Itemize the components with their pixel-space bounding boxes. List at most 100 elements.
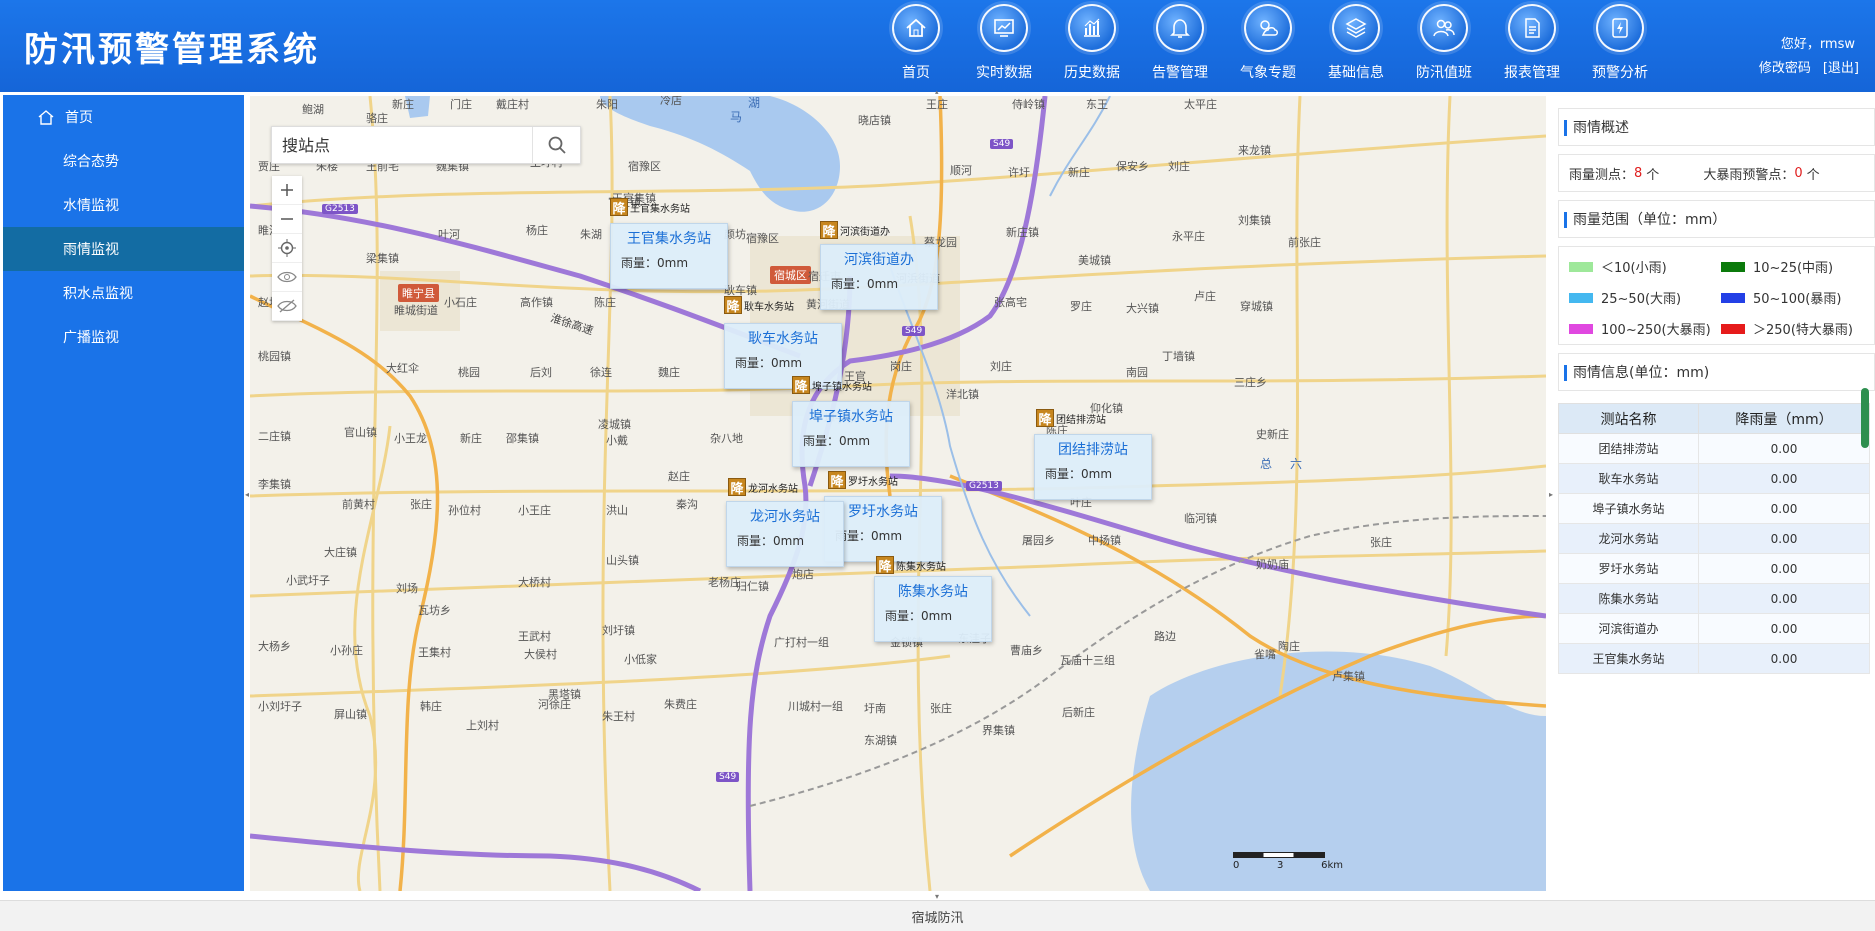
nav-icon-circle xyxy=(1068,4,1116,52)
table-row[interactable]: 陈集水务站 0.00 xyxy=(1558,583,1870,614)
sidebar-item-3[interactable]: 雨情监视 xyxy=(3,227,244,271)
table-row[interactable]: 河滨街道办 0.00 xyxy=(1558,613,1870,644)
place-label: 刘圩镇 xyxy=(602,624,635,637)
popup-rain-value: 雨量：0mm xyxy=(737,534,805,548)
station-name-cell: 龙河水务站 xyxy=(1558,523,1699,554)
popup-rain-value: 雨量：0mm xyxy=(803,434,871,448)
table-row[interactable]: 耿车水务站 0.00 xyxy=(1558,463,1870,494)
nav-item-2[interactable]: 历史数据 xyxy=(1048,4,1136,90)
station-marker[interactable]: 降罗圩水务站 xyxy=(828,471,898,490)
legend-swatch xyxy=(1569,292,1593,303)
place-label: 门庄 xyxy=(450,98,472,111)
table-row[interactable]: 团结排涝站 0.00 xyxy=(1558,433,1870,464)
nav-item-8[interactable]: 预警分析 xyxy=(1576,4,1664,90)
zoom-out-button[interactable] xyxy=(272,205,302,234)
nav-item-5[interactable]: 基础信息 xyxy=(1312,4,1400,90)
sidebar-item-4[interactable]: 积水点监视 xyxy=(3,271,244,315)
place-label: 小孙庄 xyxy=(330,644,363,657)
station-marker[interactable]: 降陈集水务站 xyxy=(876,556,946,575)
map-view[interactable]: 鲍湖 骆庄 新庄 门庄 戴庄村 朱阳 晓店镇 王庄 侍岭镇 东王 太平庄 冷店马湖贾庄 朱楼 王前宅 魏集镇… xyxy=(250,96,1546,891)
station-marker[interactable]: 降耿车水务站 xyxy=(724,296,794,315)
info-title: 雨情信息(单位：mm) xyxy=(1558,353,1875,391)
place-label: 南园 xyxy=(1126,366,1148,379)
station-marker[interactable]: 降河滨街道办 xyxy=(820,221,890,240)
station-popup[interactable]: 王官集水务站 雨量：0mm xyxy=(610,223,728,289)
nav-item-0[interactable]: 首页 xyxy=(872,4,960,90)
rain-marker-icon: 降 xyxy=(724,296,742,315)
nav-icon-circle xyxy=(1420,4,1468,52)
rain-marker-icon: 降 xyxy=(828,471,846,490)
station-popup[interactable]: 埠子镇水务站 雨量：0mm xyxy=(792,401,910,467)
header-bar: 防汛预警管理系统 首页 实时数据 历史数据 告警管理 气象专题 基础信息 防汛值班 报表管理 预… xyxy=(0,0,1875,92)
bell-icon xyxy=(1170,19,1190,38)
legend-item: ＞250(特大暴雨) xyxy=(1721,319,1873,338)
table-row[interactable]: 罗圩水务站 0.00 xyxy=(1558,553,1870,584)
place-label: 凌城镇 xyxy=(598,418,631,431)
rain-marker-icon: 降 xyxy=(610,198,628,217)
rain-marker-icon: 降 xyxy=(792,376,810,395)
footer: 宿城防汛 xyxy=(0,900,1875,931)
logout-link[interactable]: [退出] xyxy=(1823,57,1859,76)
column-header-station[interactable]: 测站名称 xyxy=(1558,403,1699,434)
locate-button[interactable] xyxy=(272,234,302,263)
collapse-left-arrow[interactable]: ◂ xyxy=(245,490,249,499)
station-marker[interactable]: 降埠子镇水务站 xyxy=(792,376,872,395)
nav-item-4[interactable]: 气象专题 xyxy=(1224,4,1312,90)
station-search-input[interactable] xyxy=(272,127,532,163)
table-row[interactable]: 埠子镇水务站 0.00 xyxy=(1558,493,1870,524)
table-row[interactable]: 王官集水务站 0.00 xyxy=(1558,643,1870,674)
nav-icon-circle xyxy=(1596,4,1644,52)
place-label: 小戴 xyxy=(606,434,628,447)
place-label: 徐连 xyxy=(590,366,612,379)
nav-icon-circle xyxy=(1332,4,1380,52)
zoom-in-button[interactable] xyxy=(272,176,302,205)
legend-swatch xyxy=(1721,261,1745,272)
change-password-link[interactable]: 修改密码 xyxy=(1759,57,1811,76)
nav-item-6[interactable]: 防汛值班 xyxy=(1400,4,1488,90)
hide-layer-button[interactable] xyxy=(272,292,302,321)
show-layer-button[interactable] xyxy=(272,263,302,292)
popup-station-name: 龙河水务站 xyxy=(750,509,820,525)
place-label: 刘庄 xyxy=(990,360,1012,373)
place-label: 罗庄 xyxy=(1070,300,1092,313)
nav-label: 基础信息 xyxy=(1328,65,1384,81)
nav-item-3[interactable]: 告警管理 xyxy=(1136,4,1224,90)
map-controls xyxy=(272,176,302,321)
station-popup[interactable]: 河滨街道办 雨量：0mm xyxy=(820,244,938,310)
nav-item-7[interactable]: 报表管理 xyxy=(1488,4,1576,90)
collapse-right-arrow[interactable]: ▸ xyxy=(1549,490,1553,499)
nav-item-1[interactable]: 实时数据 xyxy=(960,4,1048,90)
station-name-cell: 团结排涝站 xyxy=(1558,433,1699,464)
place-label: 魏庄 xyxy=(658,366,680,379)
search-button[interactable] xyxy=(532,127,580,163)
place-label: 邵集镇 xyxy=(506,432,539,445)
rainfall-cell: 0.00 xyxy=(1698,583,1870,614)
station-popup[interactable]: 龙河水务站雨量：0mm xyxy=(726,501,844,567)
place-label: 高作镇 xyxy=(520,296,553,309)
rain-marker-icon: 降 xyxy=(1036,409,1054,428)
table-scrollbar[interactable] xyxy=(1861,388,1869,448)
sidebar-item-5[interactable]: 广播监视 xyxy=(3,315,244,359)
place-label: 曹庙乡 xyxy=(1010,644,1043,657)
station-marker[interactable]: 降龙河水务站 xyxy=(728,478,798,497)
marker-label: 陈集水务站 xyxy=(896,561,946,573)
sidebar-item-0[interactable]: 首页 xyxy=(3,95,244,139)
station-marker[interactable]: 降王官集水务站 xyxy=(610,198,690,217)
station-popup[interactable]: 陈集水务站 雨量：0mm xyxy=(874,576,992,642)
station-popup[interactable]: 团结排涝站 雨量：0mm xyxy=(1034,434,1152,500)
place-label: 后新庄 xyxy=(1062,706,1095,719)
sidebar-item-2[interactable]: 水情监视 xyxy=(3,183,244,227)
sidebar-item-1[interactable]: 综合态势 xyxy=(3,139,244,183)
station-marker[interactable]: 降团结排涝站 xyxy=(1036,409,1106,428)
nav-label: 报表管理 xyxy=(1504,65,1560,81)
legend-item: 10~25(中雨) xyxy=(1721,257,1873,276)
place-label: 卢集镇 xyxy=(1332,670,1365,683)
column-header-rainfall[interactable]: 降雨量（mm） xyxy=(1698,403,1870,434)
place-label: 小刘圩子 xyxy=(258,700,302,713)
collapse-top-arrow[interactable]: ▴ xyxy=(935,88,939,96)
place-label: 张庄 xyxy=(410,498,432,511)
scale-bar xyxy=(1233,852,1325,858)
table-row[interactable]: 龙河水务站 0.00 xyxy=(1558,523,1870,554)
place-label: 雀嘴 xyxy=(1254,648,1276,661)
place-label: 官山镇 xyxy=(344,426,377,439)
